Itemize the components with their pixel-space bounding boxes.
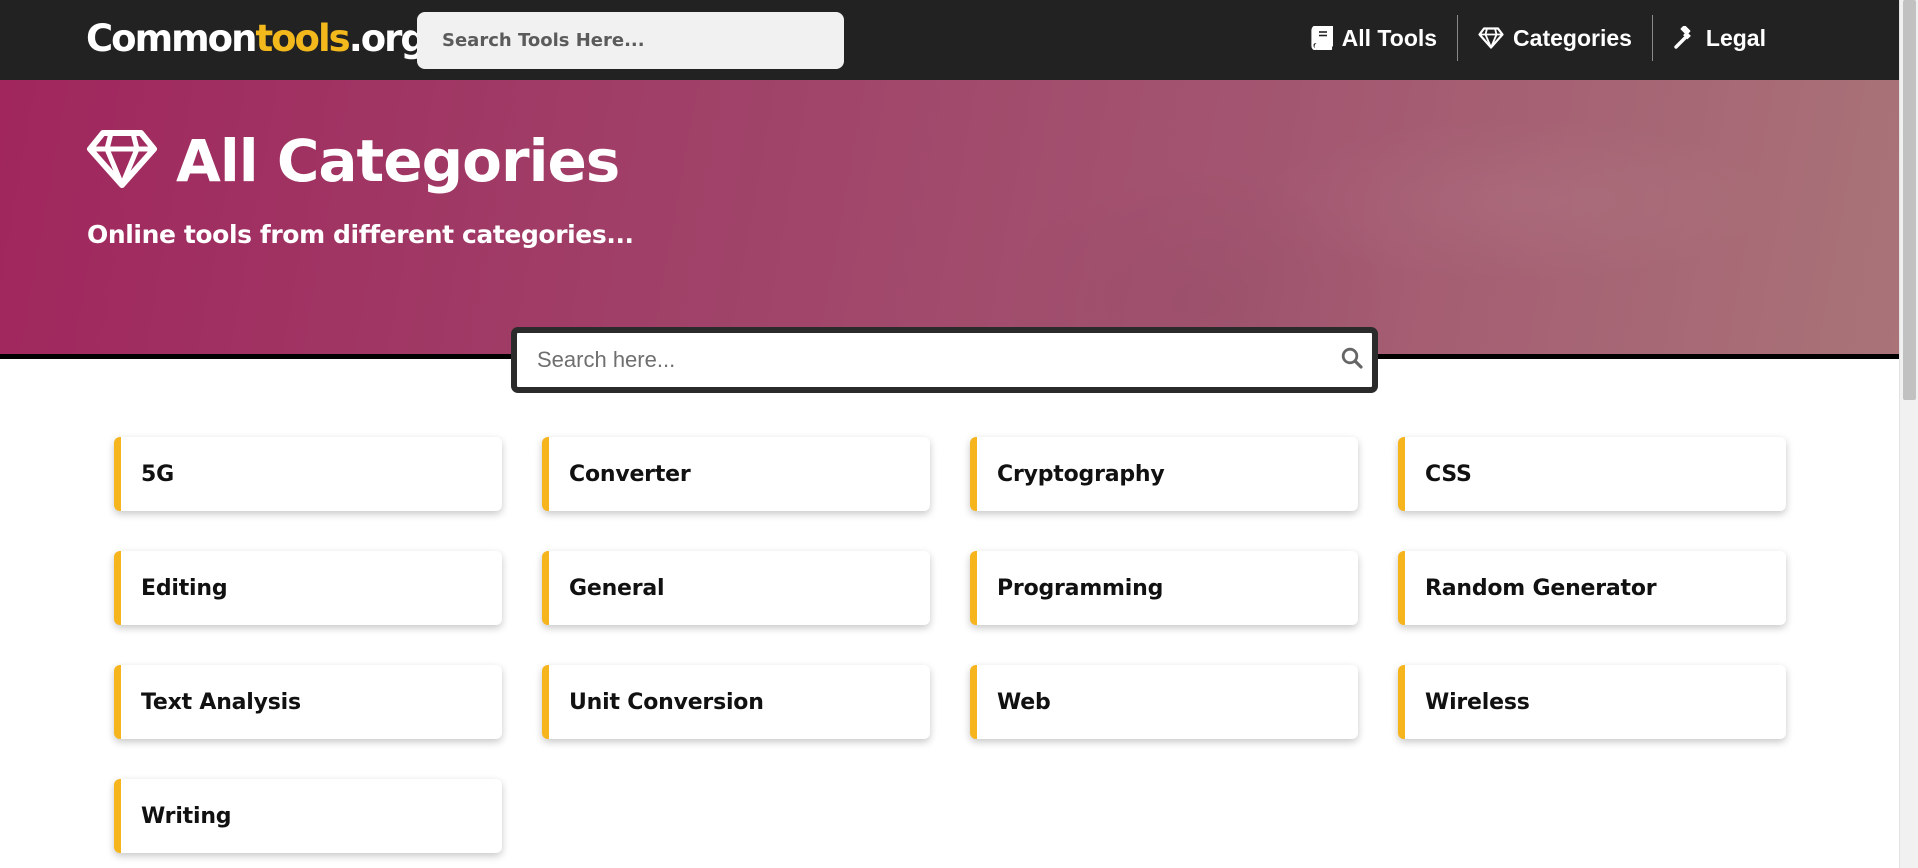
diamond-icon <box>1478 27 1504 49</box>
hero-title-row: All Categories <box>86 126 620 196</box>
book-icon <box>1311 26 1333 50</box>
category-card-general[interactable]: General <box>542 551 930 625</box>
category-label: Text Analysis <box>141 689 301 715</box>
site-logo[interactable]: Commontools.org <box>86 14 427 64</box>
category-label: Cryptography <box>997 461 1165 487</box>
page-subtitle: Online tools from different categories..… <box>87 220 634 249</box>
nav-all-tools-label: All Tools <box>1341 24 1438 51</box>
category-label: Converter <box>569 461 691 487</box>
logo-text-org: .org <box>348 17 427 60</box>
page-title: All Categories <box>176 127 620 195</box>
page-scrollbar[interactable] <box>1899 0 1918 868</box>
category-card-wireless[interactable]: Wireless <box>1398 665 1786 739</box>
category-label: Writing <box>141 803 232 829</box>
top-navbar: Commontools.org All Tools Cate <box>0 0 1899 80</box>
nav-legal[interactable]: Legal <box>1653 15 1786 61</box>
category-card-css[interactable]: CSS <box>1398 437 1786 511</box>
category-label: General <box>569 575 665 601</box>
nav-categories-label: Categories <box>1513 24 1632 51</box>
category-label: Programming <box>997 575 1164 601</box>
category-label: 5G <box>141 461 174 487</box>
category-card-editing[interactable]: Editing <box>114 551 502 625</box>
logo-text-common: Common <box>86 17 257 60</box>
main-nav: All Tools Categories Legal <box>1291 15 1786 61</box>
category-label: Wireless <box>1425 689 1530 715</box>
category-card-converter[interactable]: Converter <box>542 437 930 511</box>
category-card-random-generator[interactable]: Random Generator <box>1398 551 1786 625</box>
scrollbar-thumb[interactable] <box>1903 0 1916 400</box>
nav-all-tools[interactable]: All Tools <box>1291 15 1457 61</box>
category-label: CSS <box>1425 461 1472 487</box>
category-label: Random Generator <box>1425 575 1657 601</box>
gavel-icon <box>1673 26 1697 50</box>
nav-legal-label: Legal <box>1705 24 1766 51</box>
category-search-input[interactable] <box>517 333 1332 387</box>
search-button[interactable] <box>1332 333 1372 387</box>
category-card-text-analysis[interactable]: Text Analysis <box>114 665 502 739</box>
nav-categories[interactable]: Categories <box>1458 15 1652 61</box>
hero-banner: All Categories Online tools from differe… <box>0 80 1899 359</box>
category-card-cryptography[interactable]: Cryptography <box>970 437 1358 511</box>
category-label: Unit Conversion <box>569 689 764 715</box>
search-icon <box>1341 347 1363 373</box>
category-search-box <box>511 327 1378 393</box>
category-card-web[interactable]: Web <box>970 665 1358 739</box>
category-card-programming[interactable]: Programming <box>970 551 1358 625</box>
header-search-input[interactable] <box>417 12 844 69</box>
logo-text-tools: tools <box>255 17 350 60</box>
diamond-icon <box>86 129 158 193</box>
category-grid: 5G Converter Cryptography CSS Editing Ge… <box>114 437 1786 853</box>
category-card-unit-conversion[interactable]: Unit Conversion <box>542 665 930 739</box>
category-label: Editing <box>141 575 228 601</box>
category-card-writing[interactable]: Writing <box>114 779 502 853</box>
category-card-5g[interactable]: 5G <box>114 437 502 511</box>
category-label: Web <box>997 689 1051 715</box>
